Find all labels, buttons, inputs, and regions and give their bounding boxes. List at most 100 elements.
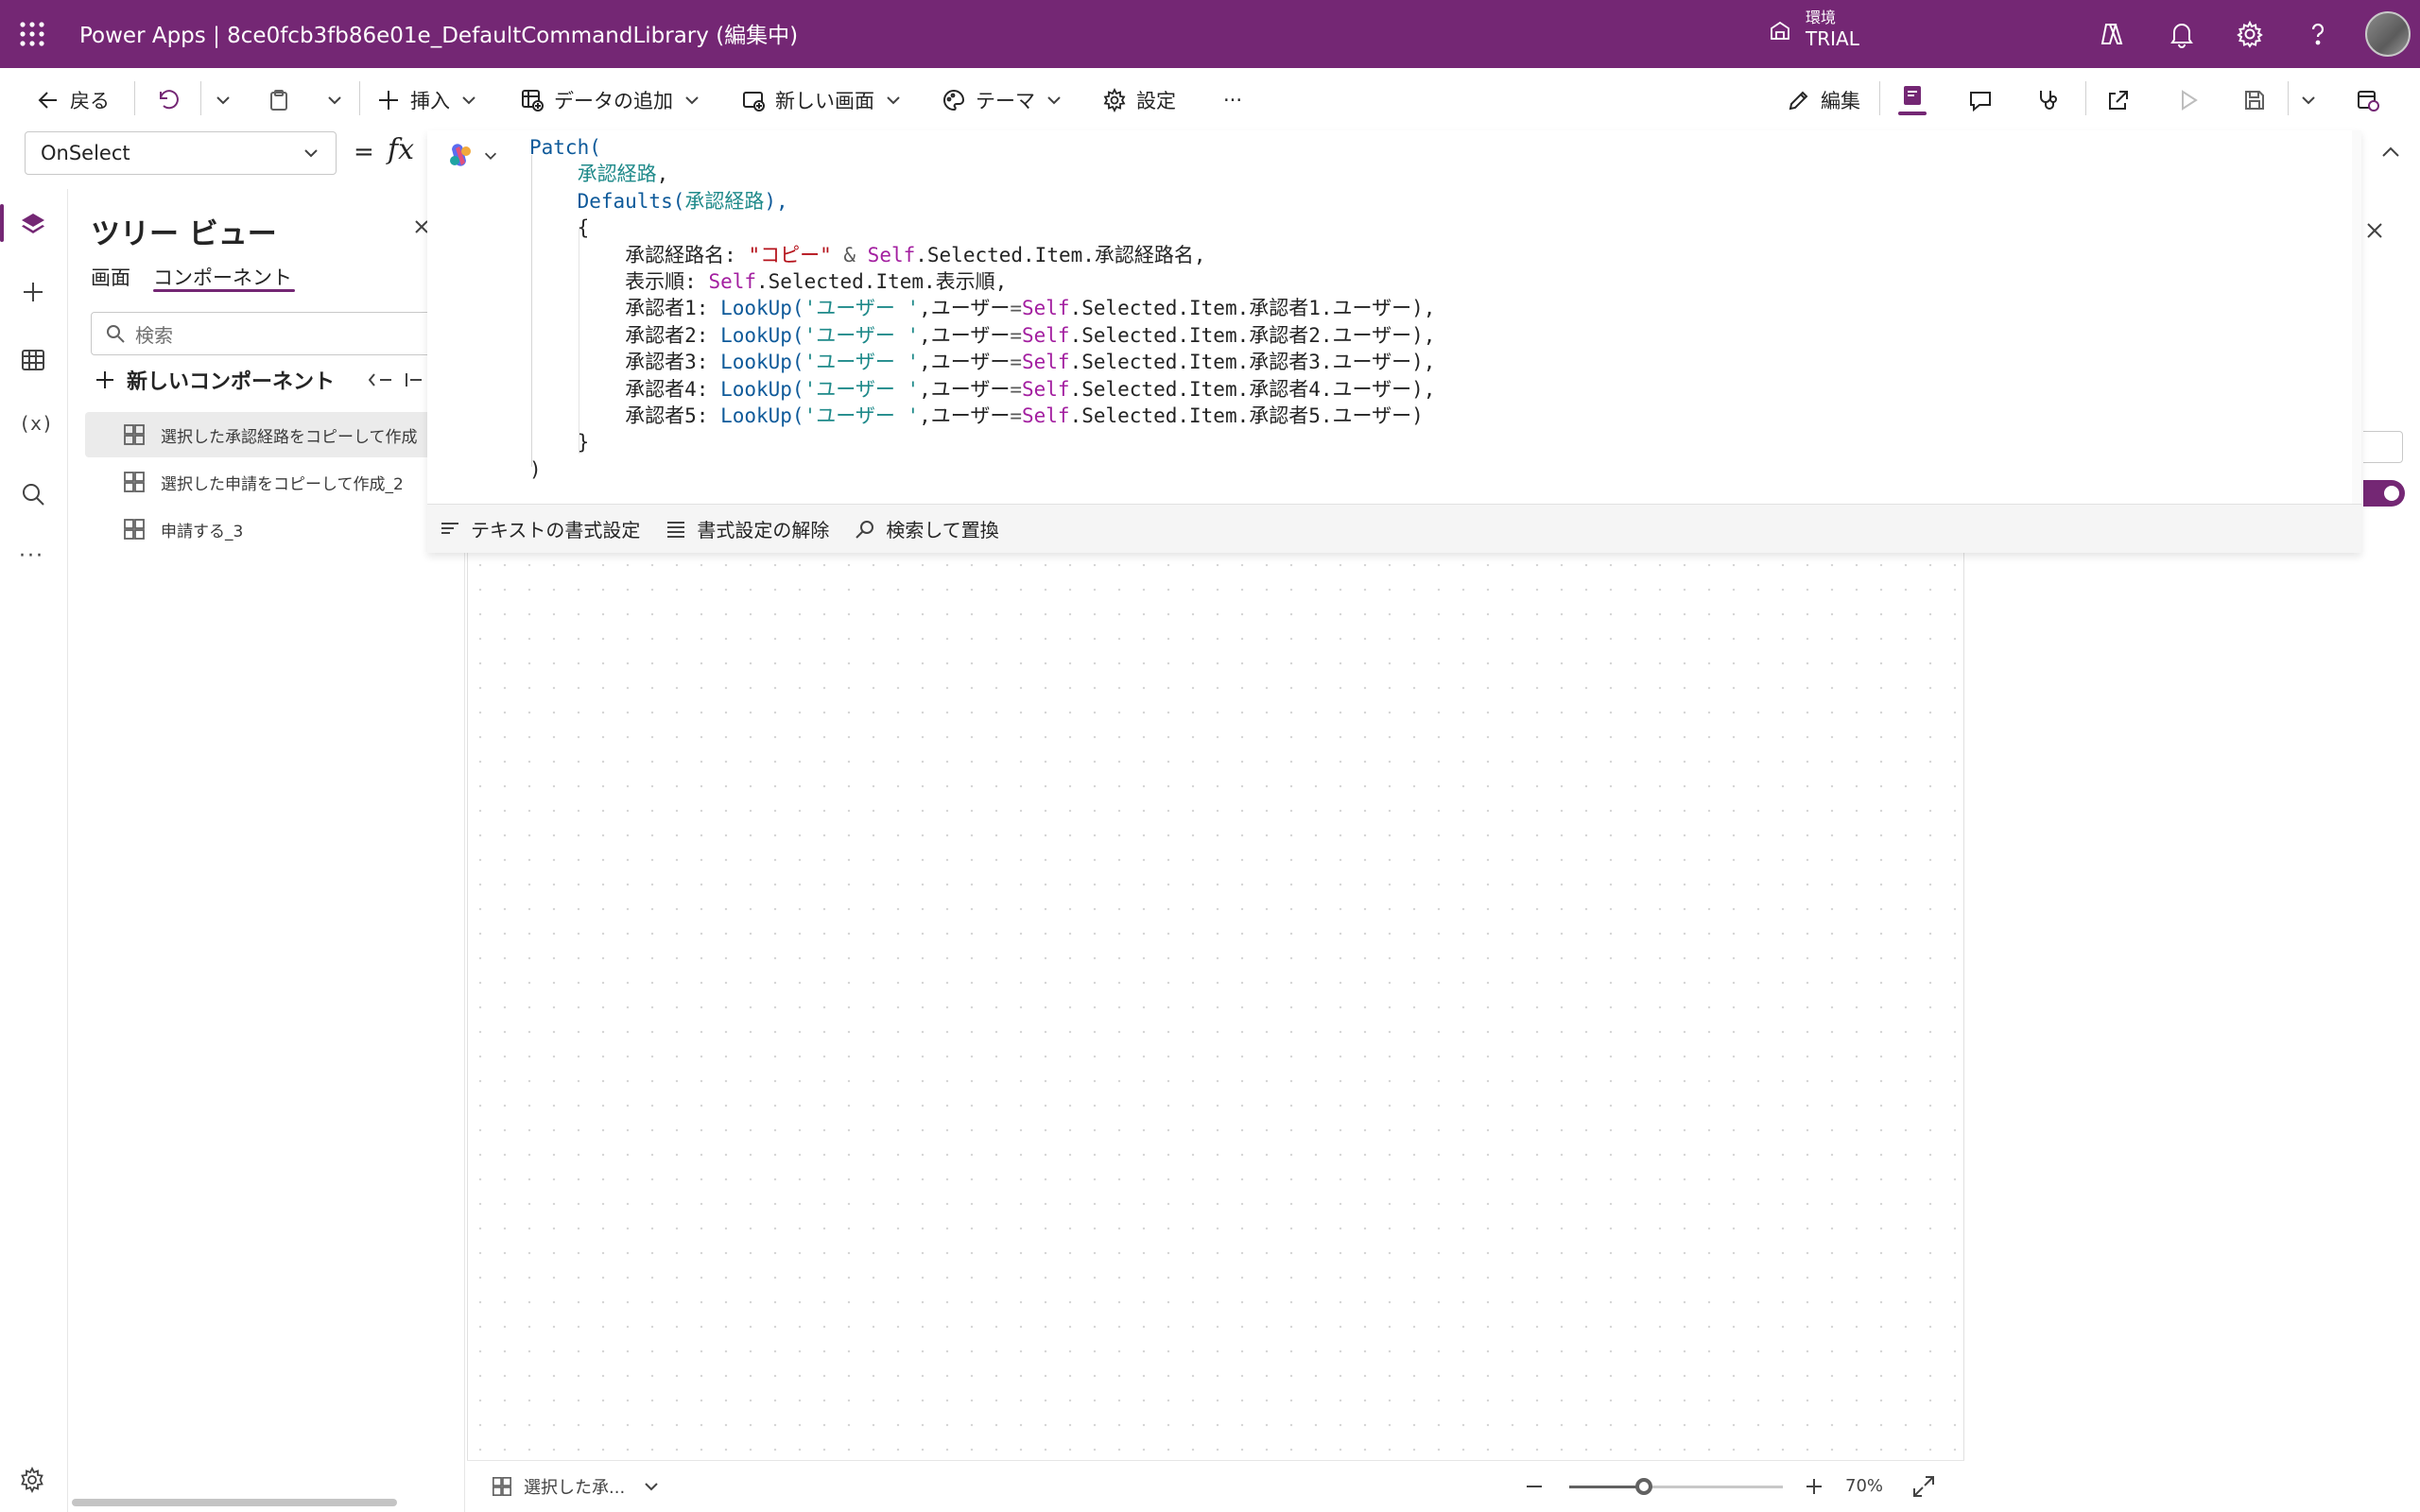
- edit-label: 編集: [1821, 90, 1860, 112]
- list-item[interactable]: 選択した申請をコピーして作成_2: [85, 459, 463, 505]
- code-line: ): [529, 457, 542, 481]
- environment-picker[interactable]: 環境 TRIAL: [1768, 9, 1859, 51]
- settings-gear-icon[interactable]: [19, 1467, 45, 1493]
- undo-dropdown-button[interactable]: [214, 83, 233, 117]
- property-selector[interactable]: OnSelect: [25, 131, 337, 175]
- active-indicator: [0, 204, 4, 242]
- search-placeholder: 検索: [135, 323, 173, 347]
- equals-sign: =: [354, 138, 374, 166]
- format-text-button[interactable]: テキストの書式設定: [439, 515, 640, 542]
- preview-play-button[interactable]: [2176, 83, 2201, 117]
- editor-scrollbar[interactable]: [2352, 130, 2361, 504]
- component-icon: [124, 519, 145, 540]
- export-right-icon[interactable]: [405, 369, 429, 390]
- close-properties-icon[interactable]: [2363, 219, 2386, 242]
- zoom-out-button[interactable]: [1524, 1476, 1545, 1497]
- zoom-slider-thumb[interactable]: [1635, 1478, 1653, 1495]
- toggle-knob: [2384, 486, 2399, 501]
- save-button[interactable]: [2242, 83, 2267, 117]
- chevron-down-icon: [484, 152, 497, 160]
- theme-button[interactable]: テーマ: [942, 83, 1063, 117]
- add-data-button[interactable]: データの追加: [520, 83, 701, 117]
- comments-button[interactable]: [1968, 83, 1993, 117]
- publish-button[interactable]: [2356, 83, 2380, 117]
- new-screen-button[interactable]: 新しい画面: [741, 83, 903, 117]
- search-icon[interactable]: [19, 480, 47, 508]
- zoom-in-button[interactable]: [1804, 1476, 1824, 1497]
- formula-editor[interactable]: Patch( 承認経路, Defaults(承認経路), { 承認経路名: "コ…: [427, 130, 2361, 553]
- list-item[interactable]: 申請する_3: [85, 507, 463, 552]
- settings-button[interactable]: 設定: [1102, 83, 1176, 117]
- save-dropdown-button[interactable]: [2299, 83, 2318, 117]
- code-line: }: [529, 431, 590, 455]
- palette-icon: [943, 89, 965, 112]
- code-line: 表示順: Self.Selected.Item.表示順,: [529, 270, 1008, 294]
- plus-icon: [96, 371, 113, 388]
- notifications-icon[interactable]: [2167, 19, 2197, 49]
- chevron-down-icon: [645, 1483, 658, 1491]
- new-component-label: 新しいコンポーネント: [127, 370, 336, 394]
- import-left-icon[interactable]: [369, 369, 393, 390]
- copilot-icon[interactable]: [2097, 19, 2127, 49]
- tree-view-layers-icon[interactable]: [19, 210, 47, 238]
- remove-format-button[interactable]: 書式設定の解除: [665, 515, 829, 542]
- app-launcher-icon[interactable]: [19, 21, 45, 47]
- chevron-down-icon: [462, 96, 475, 105]
- divider: [134, 81, 135, 115]
- divider: [200, 81, 201, 115]
- chevron-up-icon: [2382, 146, 2399, 157]
- paste-dropdown-button[interactable]: [325, 83, 344, 117]
- property-input[interactable]: [2363, 431, 2403, 463]
- edit-button[interactable]: 編集: [1787, 83, 1860, 117]
- tab-screens[interactable]: 画面: [91, 263, 130, 291]
- arrow-left-icon: [38, 92, 57, 109]
- insert-plus-icon[interactable]: [19, 278, 47, 306]
- back-label: 戻る: [70, 90, 110, 112]
- insert-button[interactable]: 挿入: [376, 83, 478, 117]
- share-icon: [2109, 91, 2128, 110]
- undo-button[interactable]: [155, 83, 180, 117]
- chevron-down-icon: [304, 149, 318, 158]
- collapse-formula-bar-button[interactable]: [2378, 140, 2403, 164]
- format-text-label: テキストの書式設定: [471, 519, 641, 541]
- find-replace-label: 検索して置換: [886, 519, 999, 541]
- component-icon: [124, 472, 145, 492]
- tree-search-input[interactable]: 検索: [91, 312, 469, 355]
- code-line: 承認者3: LookUp('ユーザー ',ユーザー=Self.Selected.…: [529, 351, 1436, 374]
- comment-icon: [1970, 92, 1991, 112]
- design-canvas[interactable]: [467, 553, 1964, 1460]
- more-commands-button[interactable]: ···: [1223, 83, 1242, 117]
- share-button[interactable]: [2106, 83, 2131, 117]
- fit-to-window-button[interactable]: [1911, 1474, 1936, 1499]
- find-replace-button[interactable]: 検索して置換: [854, 515, 999, 542]
- settings-gear-icon[interactable]: [2235, 19, 2265, 49]
- data-table-icon[interactable]: [19, 346, 47, 374]
- app-checker-panel-button[interactable]: [1898, 83, 1927, 117]
- status-bar: 選択した承... 70%: [467, 1460, 1964, 1512]
- variables-icon[interactable]: (x): [19, 412, 53, 435]
- pencil-icon: [1789, 91, 1808, 111]
- settings-label: 設定: [1136, 90, 1176, 112]
- environment-icon: [1768, 18, 1792, 43]
- copilot-formula-button[interactable]: [446, 142, 499, 170]
- code-line: 承認者4: LookUp('ユーザー ',ユーザー=Self.Selected.…: [529, 377, 1436, 401]
- new-component-button[interactable]: 新しいコンポーネント: [95, 365, 429, 395]
- property-toggle[interactable]: [2363, 480, 2405, 507]
- list-item[interactable]: 選択した承認経路をコピーして作成: [85, 412, 463, 457]
- minus-icon: [1527, 1486, 1542, 1487]
- tab-components[interactable]: コンポーネント: [153, 263, 292, 291]
- horizontal-scrollbar[interactable]: [72, 1499, 397, 1506]
- app-checker-button[interactable]: [2036, 83, 2061, 117]
- active-indicator: [1898, 112, 1927, 115]
- tree-view-title: ツリー ビュー: [91, 217, 277, 251]
- tree-item-label: 選択した承認経路をコピーして作成: [161, 427, 418, 447]
- help-icon[interactable]: [2303, 19, 2333, 49]
- user-avatar[interactable]: [2365, 11, 2411, 57]
- code-line: 承認者2: LookUp('ユーザー ',ユーザー=Self.Selected.…: [529, 323, 1436, 347]
- left-nav-rail: (x) ···: [0, 189, 68, 1512]
- formula-code[interactable]: Patch( 承認経路, Defaults(承認経路), { 承認経路名: "コ…: [529, 134, 1435, 483]
- more-icon[interactable]: ···: [19, 544, 44, 568]
- back-button[interactable]: 戻る: [36, 83, 110, 117]
- paste-button[interactable]: [267, 83, 291, 117]
- screen-selector[interactable]: 選択した承...: [492, 1474, 661, 1499]
